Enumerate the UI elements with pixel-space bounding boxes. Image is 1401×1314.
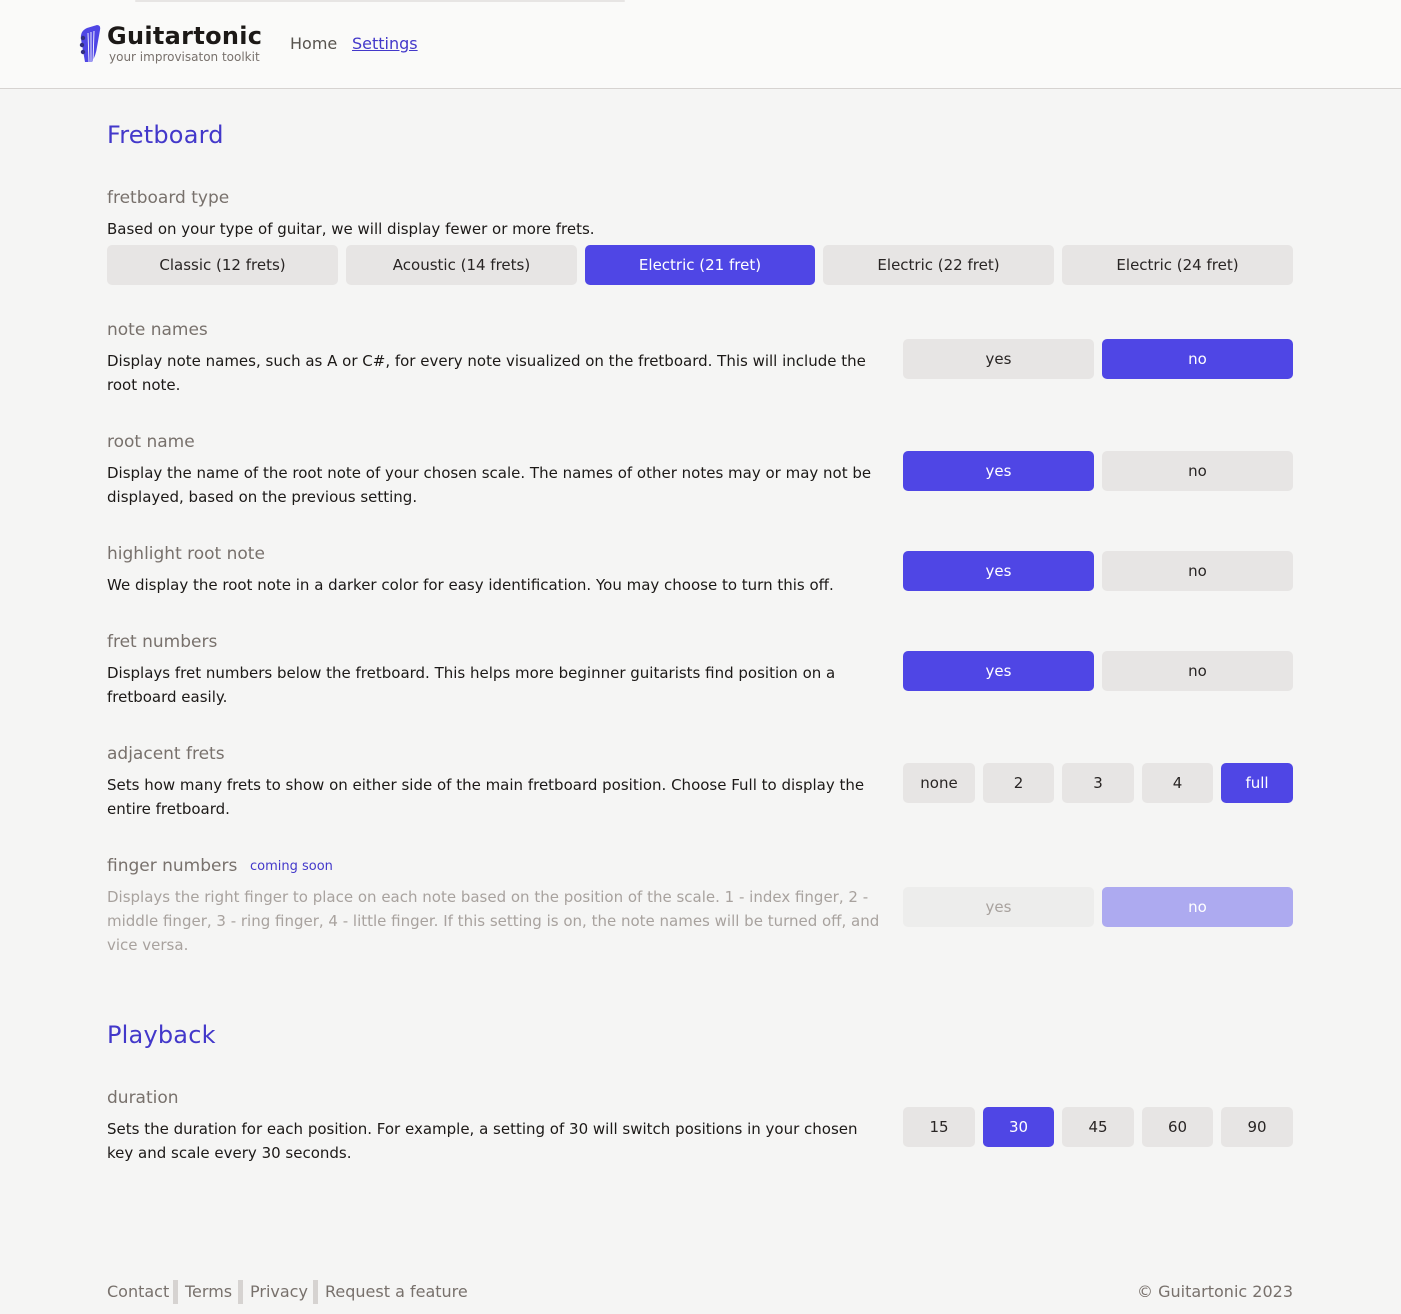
nav-home[interactable]: Home [290,34,337,53]
nav-settings[interactable]: Settings [352,34,418,53]
setting-desc-duration: Sets the duration for each position. For… [107,1120,858,1162]
duration-90-button[interactable]: 90 [1221,1107,1293,1147]
setting-title-fret-numbers: fret numbers [107,632,218,652]
brand-tagline: your improvisaton toolkit [109,50,260,64]
setting-desc-finger-numbers: Displays the right finger to place on ea… [107,888,880,954]
option-electric-22[interactable]: Electric (22 fret) [823,245,1054,285]
header-top-bar [135,0,625,2]
setting-title-adjacent-frets: adjacent frets [107,744,225,764]
duration-60-button[interactable]: 60 [1142,1107,1213,1147]
guitar-headstock-icon[interactable] [77,25,103,63]
footer-link-terms[interactable]: Terms [185,1282,232,1301]
highlight-root-no-button[interactable]: no [1102,551,1293,591]
setting-desc-fretboard-type: Based on your type of guitar, we will di… [107,220,595,238]
footer-link-request-feature[interactable]: Request a feature [325,1282,468,1301]
option-acoustic-14[interactable]: Acoustic (14 frets) [346,245,577,285]
finger-numbers-yes-button: yes [903,887,1094,927]
duration-30-button[interactable]: 30 [983,1107,1054,1147]
footer-link-contact[interactable]: Contact [107,1282,169,1301]
coming-soon-badge: coming soon [250,859,333,874]
brand-name[interactable]: Guitartonic [107,22,262,50]
footer-separator [173,1280,178,1304]
section-title-playback: Playback [107,1021,216,1049]
root-name-no-button[interactable]: no [1102,451,1293,491]
adjacent-frets-2-button[interactable]: 2 [983,763,1054,803]
footer-separator [238,1280,243,1304]
duration-15-button[interactable]: 15 [903,1107,975,1147]
note-names-yes-button[interactable]: yes [903,339,1094,379]
fret-numbers-yes-button[interactable]: yes [903,651,1094,691]
setting-title-highlight-root: highlight root note [107,544,265,564]
setting-desc-root-name: Display the name of the root note of you… [107,464,872,506]
option-electric-21[interactable]: Electric (21 fret) [585,245,815,285]
duration-45-button[interactable]: 45 [1062,1107,1134,1147]
setting-desc-adjacent-frets: Sets how many frets to show on either si… [107,776,865,818]
adjacent-frets-none-button[interactable]: none [903,763,975,803]
setting-title-finger-numbers: finger numbers [107,856,238,876]
setting-title-fretboard-type: fretboard type [107,188,230,208]
root-name-yes-button[interactable]: yes [903,451,1094,491]
section-title-fretboard: Fretboard [107,121,224,149]
setting-desc-note-names: Display note names, such as A or C#, for… [107,352,866,394]
option-classic-12[interactable]: Classic (12 frets) [107,245,338,285]
setting-desc-fret-numbers: Displays fret numbers below the fretboar… [107,664,836,706]
adjacent-frets-full-button[interactable]: full [1221,763,1293,803]
fret-numbers-no-button[interactable]: no [1102,651,1293,691]
setting-desc-highlight-root: We display the root note in a darker col… [107,576,834,594]
adjacent-frets-4-button[interactable]: 4 [1142,763,1213,803]
finger-numbers-no-button: no [1102,887,1293,927]
setting-title-note-names: note names [107,320,208,340]
footer-link-privacy[interactable]: Privacy [250,1282,308,1301]
footer-separator [313,1280,318,1304]
adjacent-frets-3-button[interactable]: 3 [1062,763,1134,803]
site-header: Guitartonic your improvisaton toolkit Ho… [0,0,1401,89]
setting-title-root-name: root name [107,432,195,452]
footer-copyright: © Guitartonic 2023 [1137,1282,1293,1301]
highlight-root-yes-button[interactable]: yes [903,551,1094,591]
option-electric-24[interactable]: Electric (24 fret) [1062,245,1293,285]
note-names-no-button[interactable]: no [1102,339,1293,379]
setting-title-duration: duration [107,1088,179,1108]
